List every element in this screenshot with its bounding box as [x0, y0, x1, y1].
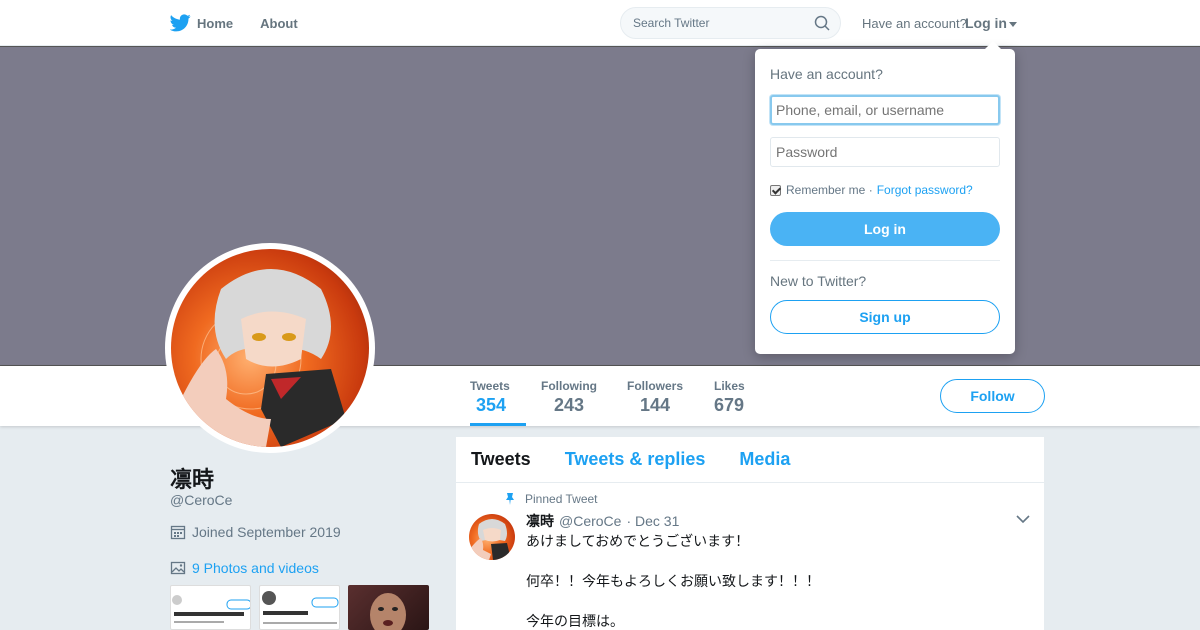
tweet-author-handle[interactable]: @CeroCe [559, 513, 621, 529]
login-link-label: Log in [965, 15, 1007, 31]
thumbnail-image-3 [370, 593, 406, 630]
tweet-avatar-image [469, 519, 511, 560]
stat-followers[interactable]: Followers 144 [627, 366, 687, 426]
stat-following-label: Following [541, 379, 597, 393]
username-field[interactable] [770, 95, 1000, 125]
tweet-header: 凛時 @CeroCe · Dec 31 [526, 511, 679, 531]
password-field[interactable] [770, 137, 1000, 167]
tweet-avatar[interactable] [469, 514, 515, 560]
twitter-bird-icon [170, 14, 191, 32]
chevron-down-icon[interactable] [1016, 514, 1030, 524]
stat-tweets-label: Tweets [470, 379, 510, 393]
new-to-twitter-text: New to Twitter? [770, 273, 867, 289]
tab-media[interactable]: Media [739, 449, 790, 470]
stat-tweets[interactable]: Tweets 354 [470, 366, 526, 426]
caret-down-icon [1009, 21, 1017, 27]
dropdown-arrow [985, 41, 1001, 49]
search-placeholder: Search Twitter [633, 16, 710, 30]
timeline: Tweets Tweets & replies Media Pinned Twe… [456, 437, 1044, 630]
remember-label: Remember me · [786, 183, 873, 197]
login-button[interactable]: Log in [770, 212, 1000, 246]
media-thumbnail[interactable] [348, 585, 429, 630]
signup-button[interactable]: Sign up [770, 300, 1000, 334]
timeline-tabs: Tweets Tweets & replies Media [456, 437, 1044, 483]
stat-likes-label: Likes [714, 379, 745, 393]
nav-about[interactable]: About [260, 16, 298, 31]
joined-date: Joined September 2019 [170, 524, 341, 540]
photos-label: 9 Photos and videos [192, 560, 319, 576]
avatar-illustration [181, 269, 346, 447]
media-thumbnail[interactable] [259, 585, 340, 630]
image-icon [170, 561, 186, 575]
remember-row: Remember me · Forgot password? [770, 183, 973, 197]
stat-likes[interactable]: Likes 679 [714, 366, 754, 426]
calendar-icon [170, 525, 186, 540]
thumbnail-image-1 [172, 595, 250, 623]
tab-tweets[interactable]: Tweets [471, 449, 531, 470]
have-account-text: Have an account? [862, 16, 967, 31]
stat-following-value: 243 [554, 395, 585, 415]
forgot-password-link[interactable]: Forgot password? [877, 183, 973, 197]
pin-icon [506, 493, 514, 505]
thumbnail-image-2 [262, 591, 339, 624]
tweet-author-name[interactable]: 凛時 [526, 511, 554, 531]
nav-about-label: About [260, 15, 298, 31]
login-dropdown: Have an account? Remember me · Forgot pa… [755, 41, 1015, 354]
search-input[interactable]: Search Twitter [620, 7, 841, 39]
profile-handle: @CeroCe [170, 492, 233, 508]
nav-home[interactable]: Home [170, 14, 233, 32]
stat-followers-value: 144 [640, 395, 671, 415]
dropdown-title: Have an account? [770, 66, 883, 82]
avatar-image [171, 249, 369, 447]
search-icon[interactable] [814, 15, 830, 31]
stat-tweets-value: 354 [476, 395, 507, 415]
stat-following[interactable]: Following 243 [541, 366, 601, 426]
stat-likes-value: 679 [714, 395, 745, 415]
stat-followers-label: Followers [627, 379, 684, 393]
nav-left: Home About [170, 0, 325, 46]
remember-checkbox[interactable] [770, 184, 781, 196]
joined-label: Joined September 2019 [192, 524, 341, 540]
divider [770, 260, 1000, 261]
media-thumbnail[interactable] [170, 585, 251, 630]
login-dropdown-toggle[interactable]: Log in [965, 15, 1017, 31]
top-navbar: Home About Search Twitter Have an accoun… [0, 0, 1200, 46]
photos-videos-link[interactable]: 9 Photos and videos [170, 560, 319, 576]
pinned-label: Pinned Tweet [525, 492, 598, 506]
profile-name: 凛時 [170, 467, 215, 492]
tab-tweets-replies[interactable]: Tweets & replies [565, 449, 706, 470]
profile-avatar[interactable] [165, 243, 375, 453]
follow-button[interactable]: Follow [940, 379, 1045, 413]
tweet-date[interactable]: · Dec 31 [626, 513, 679, 529]
nav-home-label: Home [197, 15, 234, 31]
tweet-text: あけましておめでとうございます！ 何卒！！今年もよろしくお願い致します！！！ 今… [526, 533, 820, 629]
